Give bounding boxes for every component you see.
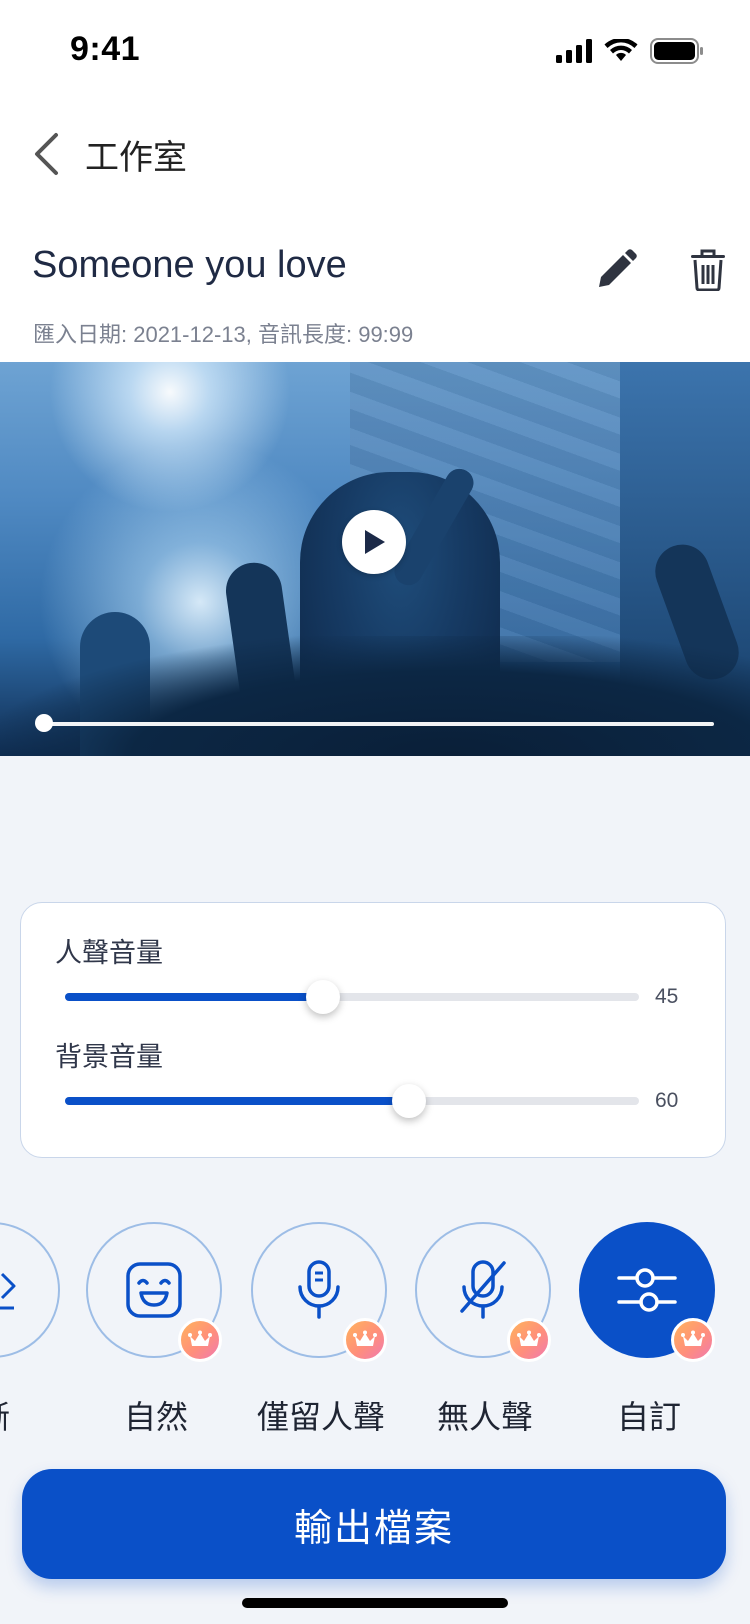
status-bar: 9:41: [0, 0, 750, 100]
premium-crown-icon: [343, 1318, 387, 1362]
nav-title: 工作室: [85, 139, 187, 177]
crowd-silhouette: [0, 636, 750, 756]
background-volume-label: 背景音量: [55, 1042, 163, 1072]
pencil-icon: [599, 249, 637, 287]
mode-no-vocal-label: 無人聲: [436, 1399, 533, 1435]
mode-custom-label: 自訂: [616, 1399, 681, 1435]
clarity-icon: [0, 1272, 16, 1310]
status-time: 9:41: [70, 30, 141, 68]
mode-clarity[interactable]: 晰: [0, 1222, 64, 1435]
microphone-off-icon: [460, 1260, 506, 1319]
song-title: Someone you love: [32, 244, 347, 286]
delete-button[interactable]: [682, 244, 734, 296]
export-button[interactable]: 輸出檔案: [22, 1469, 726, 1579]
mode-clarity-circle: [0, 1222, 60, 1358]
status-icons: [556, 36, 704, 66]
song-meta: 匯入日期: 2021-12-13, 音訊長度: 99:99: [33, 322, 414, 347]
mode-natural-label: 自然: [123, 1399, 188, 1435]
mode-natural[interactable]: 自然: [86, 1222, 226, 1435]
play-button[interactable]: [342, 510, 406, 574]
background-volume-value: 60: [655, 1089, 679, 1112]
background-volume-knob[interactable]: [392, 1084, 427, 1118]
video-player[interactable]: [0, 362, 750, 756]
mode-selector: 晰 自然: [0, 1222, 750, 1442]
playback-progress[interactable]: [35, 714, 714, 732]
premium-crown-icon: [671, 1318, 715, 1362]
vocal-volume-slider[interactable]: [65, 980, 639, 1014]
premium-crown-icon: [178, 1318, 222, 1362]
home-indicator: [242, 1598, 508, 1608]
play-icon: [365, 530, 385, 554]
vocal-volume-fill: [65, 993, 324, 1001]
mode-vocal-only-label: 僅留人聲: [256, 1399, 385, 1435]
volume-card: 人聲音量 45 背景音量 60: [20, 902, 726, 1158]
vocal-volume-value: 45: [655, 985, 679, 1008]
chevron-left-icon: [35, 133, 58, 175]
mode-no-vocal[interactable]: 無人聲: [415, 1222, 555, 1435]
smile-face-icon: [126, 1262, 182, 1318]
vocal-volume-label: 人聲音量: [55, 938, 163, 968]
background-volume-fill: [65, 1097, 410, 1105]
back-button[interactable]: [26, 126, 66, 182]
microphone-icon: [298, 1260, 340, 1319]
background-volume-slider[interactable]: [65, 1084, 639, 1118]
premium-crown-icon: [507, 1318, 551, 1362]
mode-vocal-only[interactable]: 僅留人聲: [251, 1222, 391, 1435]
studio-screen: 9:41 工作室 Someone you love 匯入日期: 2021-12-…: [0, 0, 750, 1624]
cellular-signal-icon: [556, 39, 592, 63]
battery-icon: [650, 38, 703, 64]
mode-custom[interactable]: 自訂: [579, 1222, 719, 1435]
playback-progress-knob[interactable]: [35, 714, 53, 732]
wifi-icon: [604, 39, 638, 61]
sliders-icon: [617, 1268, 677, 1312]
trash-icon: [691, 249, 725, 291]
edit-button[interactable]: [590, 244, 642, 296]
vocal-volume-knob[interactable]: [306, 980, 341, 1014]
